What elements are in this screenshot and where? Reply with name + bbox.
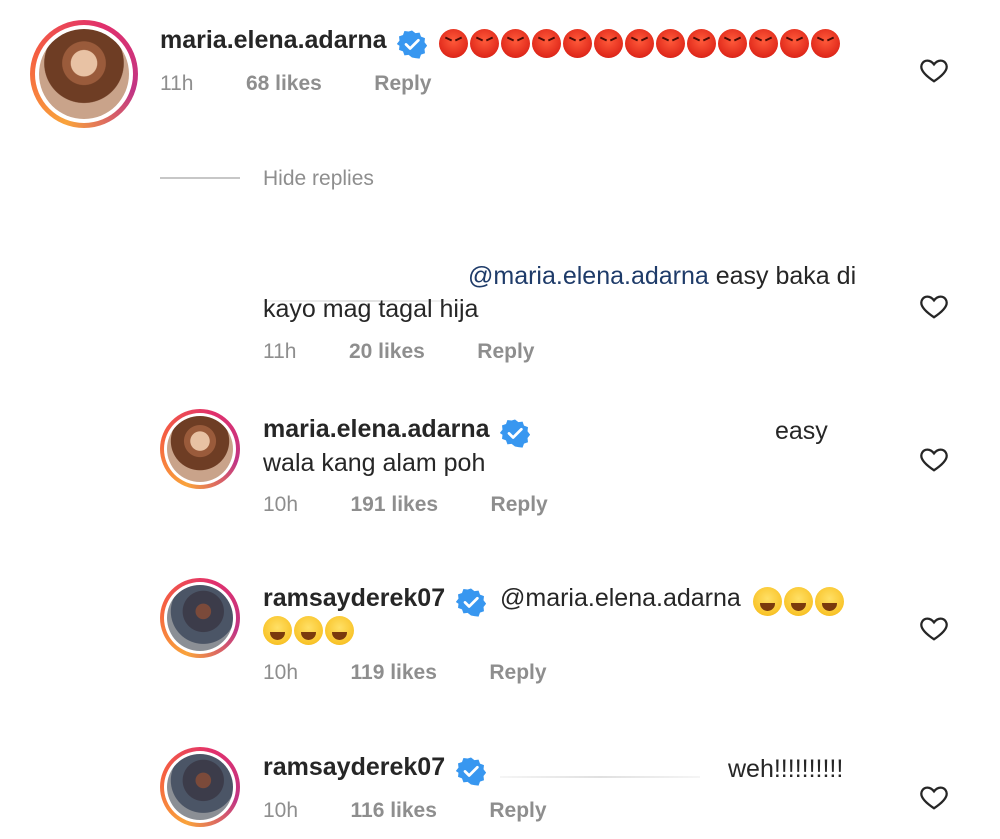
angry-face-emoji <box>439 29 469 59</box>
reply-time: 10h <box>263 799 299 822</box>
laughing-emoji <box>784 587 814 617</box>
heart-icon[interactable] <box>919 613 949 643</box>
reply-text-line: easy <box>775 417 828 445</box>
avatar[interactable] <box>30 20 138 128</box>
reply-meta: 11h 20 likes Reply <box>263 340 534 364</box>
profile-photo <box>167 416 233 482</box>
reply-button[interactable]: Reply <box>477 340 534 363</box>
comment-meta: 11h 68 likes Reply <box>160 72 431 96</box>
reply-button[interactable]: Reply <box>489 661 546 684</box>
laugh-emoji-row <box>753 587 846 617</box>
avatar[interactable] <box>160 409 240 489</box>
laughing-emoji <box>325 616 354 645</box>
redacted-area <box>500 776 700 778</box>
angry-face-emoji <box>563 29 593 59</box>
comment-time: 11h <box>160 72 194 95</box>
avatar[interactable] <box>160 747 240 827</box>
verified-badge-icon <box>499 419 530 448</box>
angry-face-emoji <box>780 29 810 59</box>
reply-button[interactable]: Reply <box>374 72 431 95</box>
reply-username[interactable]: ramsayderek07 <box>263 753 445 781</box>
verified-badge-icon <box>396 30 427 59</box>
angry-face-emoji <box>687 29 717 59</box>
reply-time: 10h <box>263 493 299 516</box>
reply-likes[interactable]: 116 likes <box>351 799 437 822</box>
avatar[interactable] <box>160 578 240 658</box>
reply-username[interactable]: ramsayderek07 <box>263 584 445 612</box>
reply-likes[interactable]: 191 likes <box>351 493 439 516</box>
reply-meta: 10h 191 likes Reply <box>263 493 548 517</box>
laughing-emoji <box>294 616 323 645</box>
angry-emoji-row <box>439 29 842 59</box>
heart-icon[interactable] <box>919 444 949 474</box>
reply-username[interactable]: maria.elena.adarna <box>263 415 490 443</box>
reply-button[interactable]: Reply <box>491 493 548 516</box>
comment-header: maria.elena.adarna <box>160 26 842 59</box>
profile-photo <box>39 29 129 119</box>
angry-face-emoji <box>625 29 655 59</box>
comment-likes[interactable]: 68 likes <box>246 72 322 95</box>
verified-badge-icon <box>455 757 486 786</box>
angry-face-emoji <box>718 29 748 59</box>
reply-likes[interactable]: 20 likes <box>349 340 425 363</box>
comment-username[interactable]: maria.elena.adarna <box>160 26 387 54</box>
laughing-emoji <box>815 587 845 617</box>
laughing-emoji <box>753 587 783 617</box>
reply-text-line: @maria.elena.adarna easy baka di <box>468 262 857 290</box>
verified-badge-icon <box>455 588 486 617</box>
mention-link[interactable]: @maria.elena.adarna <box>500 584 741 612</box>
reply-meta: 10h 119 likes Reply <box>263 661 547 685</box>
angry-face-emoji <box>656 29 686 59</box>
reply-likes[interactable]: 119 likes <box>351 661 437 684</box>
laugh-emoji-row <box>263 616 356 645</box>
reply-time: 10h <box>263 661 299 684</box>
angry-face-emoji <box>532 29 562 59</box>
divider-line <box>160 177 240 179</box>
heart-icon[interactable] <box>919 55 949 85</box>
reply-time: 11h <box>263 340 297 363</box>
profile-photo <box>167 585 233 651</box>
reply-header: maria.elena.adarna <box>263 415 530 448</box>
angry-face-emoji <box>594 29 624 59</box>
angry-face-emoji <box>749 29 779 59</box>
reply-button[interactable]: Reply <box>489 799 546 822</box>
reply-text-line: weh!!!!!!!!!! <box>728 755 844 783</box>
heart-icon[interactable] <box>919 782 949 812</box>
laughing-emoji <box>263 616 292 645</box>
reply-header: ramsayderek07 @maria.elena.adarna <box>263 584 846 617</box>
angry-face-emoji <box>811 29 841 59</box>
reply-header: ramsayderek07 <box>263 753 486 786</box>
profile-photo <box>167 754 233 820</box>
heart-icon[interactable] <box>919 291 949 321</box>
reply-text-line: kayo mag tagal hija <box>263 295 479 323</box>
mention-link[interactable]: @maria.elena.adarna <box>468 262 709 290</box>
reply-text-line: wala kang alam poh <box>263 449 486 477</box>
hide-replies-button[interactable]: Hide replies <box>263 167 374 191</box>
angry-face-emoji <box>470 29 500 59</box>
angry-face-emoji <box>501 29 531 59</box>
reply-meta: 10h 116 likes Reply <box>263 799 547 823</box>
